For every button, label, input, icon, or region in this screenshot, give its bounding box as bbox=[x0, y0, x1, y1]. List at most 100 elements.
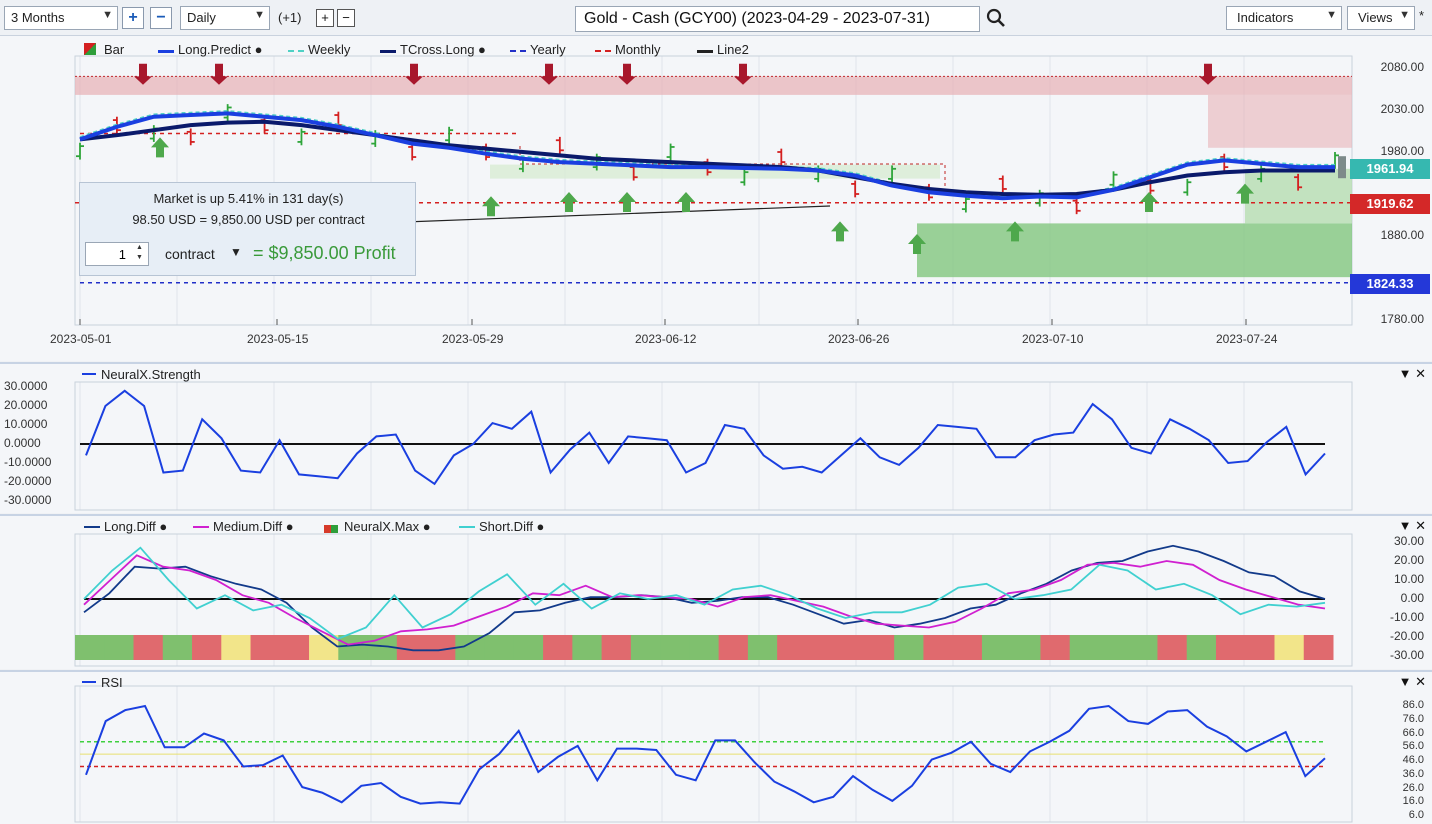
market-value-text: 98.50 USD = 9,850.00 USD per contract bbox=[132, 212, 365, 227]
y-tick-label: -10.0000 bbox=[4, 455, 52, 469]
neuralx-max-band bbox=[952, 635, 983, 660]
diff-pane[interactable]: Long.Diff ● Medium.Diff ● NeuralX.Max ● Sho… bbox=[0, 514, 1432, 669]
buy-arrow bbox=[1140, 192, 1158, 212]
toolbar: 3 Months ▼ + − Daily ▼ (+1) + − Gold - C… bbox=[0, 0, 1432, 36]
buy-arrow bbox=[677, 192, 695, 212]
legend-label[interactable]: Short.Diff ● bbox=[479, 519, 544, 534]
y-tick-label: 10.0000 bbox=[4, 417, 48, 431]
neuralx-max-band bbox=[1069, 635, 1100, 660]
x-tick-label: 2023-05-29 bbox=[442, 332, 504, 346]
strength-pane[interactable]: NeuralX.Strength ▼ ✕ 30.0000 20.0000 10.00… bbox=[0, 362, 1432, 513]
y-tick-label: 20.00 bbox=[1393, 553, 1424, 567]
y-tick-label: 86.0 bbox=[1402, 699, 1424, 711]
neuralx-max-band bbox=[1215, 635, 1246, 660]
y-tick-label: 1780.00 bbox=[1380, 312, 1424, 326]
chevron-down-icon: ▼ bbox=[102, 9, 113, 21]
legend-swatch bbox=[697, 50, 713, 53]
diff-chart bbox=[74, 533, 1353, 667]
search-icon[interactable] bbox=[986, 8, 1006, 28]
price-pane[interactable]: Bar Long.Predict ● Weekly TCross.Long ● Year… bbox=[0, 36, 1432, 361]
zoom-in-button[interactable]: + bbox=[122, 7, 144, 29]
legend-label[interactable]: Long.Predict ● bbox=[178, 42, 262, 57]
quantity-stepper[interactable]: ▲ ▼ bbox=[136, 243, 143, 263]
neuralx-max-band bbox=[75, 635, 105, 660]
y-tick-label: 6.0 bbox=[1408, 809, 1424, 821]
neuralx-max-band bbox=[689, 635, 720, 660]
y-tick-label: 76.0 bbox=[1402, 712, 1424, 725]
legend-swatch bbox=[459, 526, 475, 528]
neuralx-max-band bbox=[192, 635, 222, 660]
neuralx-max-band bbox=[835, 635, 866, 660]
period-select[interactable]: 3 Months ▼ bbox=[4, 6, 118, 30]
chevron-down-icon: ▼ bbox=[1326, 9, 1337, 21]
buy-arrow bbox=[618, 192, 636, 212]
rsi-line bbox=[85, 704, 1326, 805]
profit-value: = $9,850.00 Profit bbox=[253, 243, 396, 263]
period-value: 3 Months bbox=[11, 10, 65, 25]
neuralx-max-band bbox=[601, 635, 632, 660]
x-tick-label: 2023-06-26 bbox=[828, 332, 890, 346]
pane-controls[interactable]: ▼ ✕ bbox=[1399, 674, 1426, 690]
buy-arrow bbox=[482, 196, 500, 217]
yearly-level-badge: 1824.33 bbox=[1350, 274, 1430, 294]
y-tick-label: 20.0000 bbox=[4, 398, 48, 412]
neuralx-max-band bbox=[1011, 635, 1041, 660]
neuralx-max-band bbox=[221, 635, 252, 660]
legend-swatch bbox=[82, 681, 96, 683]
contract-unit-label: contract bbox=[165, 246, 215, 262]
legend-label[interactable]: Monthly bbox=[615, 42, 661, 57]
offset-label: (+1) bbox=[278, 10, 302, 25]
x-tick-label: 2023-07-24 bbox=[1216, 332, 1278, 346]
x-tick-label: 2023-05-15 bbox=[247, 332, 309, 346]
legend-label[interactable]: Weekly bbox=[308, 42, 350, 57]
y-tick-label: 1980.00 bbox=[1380, 144, 1424, 158]
neuralx-max-band bbox=[1040, 635, 1071, 660]
legend-label[interactable]: Bar bbox=[104, 42, 124, 57]
offset-decrease-button[interactable]: − bbox=[337, 9, 355, 27]
indicators-select[interactable]: Indicators ▼ bbox=[1226, 6, 1342, 30]
neuralx-max-band bbox=[250, 635, 281, 660]
symbol-title-field[interactable]: Gold - Cash (GCY00) (2023-04-29 - 2023-0… bbox=[575, 6, 980, 32]
views-select[interactable]: Views ▼ bbox=[1347, 6, 1415, 30]
y-tick-label: 0.0000 bbox=[4, 436, 41, 450]
offset-increase-button[interactable]: + bbox=[316, 9, 334, 27]
neuralx-max-band bbox=[1186, 635, 1217, 660]
zoom-out-button[interactable]: − bbox=[150, 7, 172, 29]
legend-swatch bbox=[595, 50, 611, 52]
legend-swatch bbox=[158, 50, 174, 53]
star-icon[interactable]: * bbox=[1419, 8, 1424, 23]
interval-select[interactable]: Daily ▼ bbox=[180, 6, 270, 30]
pane-controls[interactable]: ▼ ✕ bbox=[1399, 518, 1426, 534]
legend-label: RSI bbox=[101, 675, 123, 690]
interval-value: Daily bbox=[187, 10, 216, 25]
rsi-pane[interactable]: RSI ▼ ✕ 86.0 76.0 66.0 56.0 46.0 36.0 26.0 16.0… bbox=[0, 670, 1432, 824]
neuralx-max-band bbox=[747, 635, 778, 660]
neuralx-max-band bbox=[923, 635, 954, 660]
pane-controls[interactable]: ▼ ✕ bbox=[1399, 366, 1426, 382]
neuralx-max-band bbox=[1128, 635, 1158, 660]
legend-label[interactable]: Line2 bbox=[717, 42, 749, 57]
y-tick-label: 10.00 bbox=[1393, 572, 1424, 586]
monthly-level-badge: 1919.62 bbox=[1350, 194, 1430, 214]
y-tick-label: 30.0000 bbox=[4, 379, 48, 393]
legend-label[interactable]: NeuralX.Max ● bbox=[344, 519, 431, 534]
neuralx-max-band bbox=[630, 635, 661, 660]
legend-label[interactable]: Long.Diff ● bbox=[104, 519, 167, 534]
y-tick-label: 1880.00 bbox=[1380, 228, 1424, 242]
legend-swatch bbox=[510, 50, 526, 52]
chart-application: 3 Months ▼ + − Daily ▼ (+1) + − Gold - C… bbox=[0, 0, 1432, 824]
y-tick-label: -20.00 bbox=[1389, 629, 1424, 643]
current-bar-marker bbox=[1338, 156, 1346, 179]
support-zone bbox=[917, 223, 1352, 278]
legend-label[interactable]: Yearly bbox=[530, 42, 566, 57]
legend-label[interactable]: TCross.Long ● bbox=[400, 42, 486, 57]
neuralx-max-band bbox=[396, 635, 427, 660]
y-tick-label: 2030.00 bbox=[1380, 102, 1424, 116]
chevron-down-icon[interactable]: ▼ bbox=[230, 245, 242, 259]
legend-label[interactable]: Medium.Diff ● bbox=[213, 519, 294, 534]
neuralx-max-band bbox=[543, 635, 573, 660]
y-tick-label: 66.0 bbox=[1402, 726, 1424, 739]
y-tick-label: 2080.00 bbox=[1380, 60, 1424, 74]
y-tick-label: 56.0 bbox=[1402, 740, 1424, 753]
market-change-text: Market is up 5.41% in 131 day(s) bbox=[153, 191, 344, 206]
